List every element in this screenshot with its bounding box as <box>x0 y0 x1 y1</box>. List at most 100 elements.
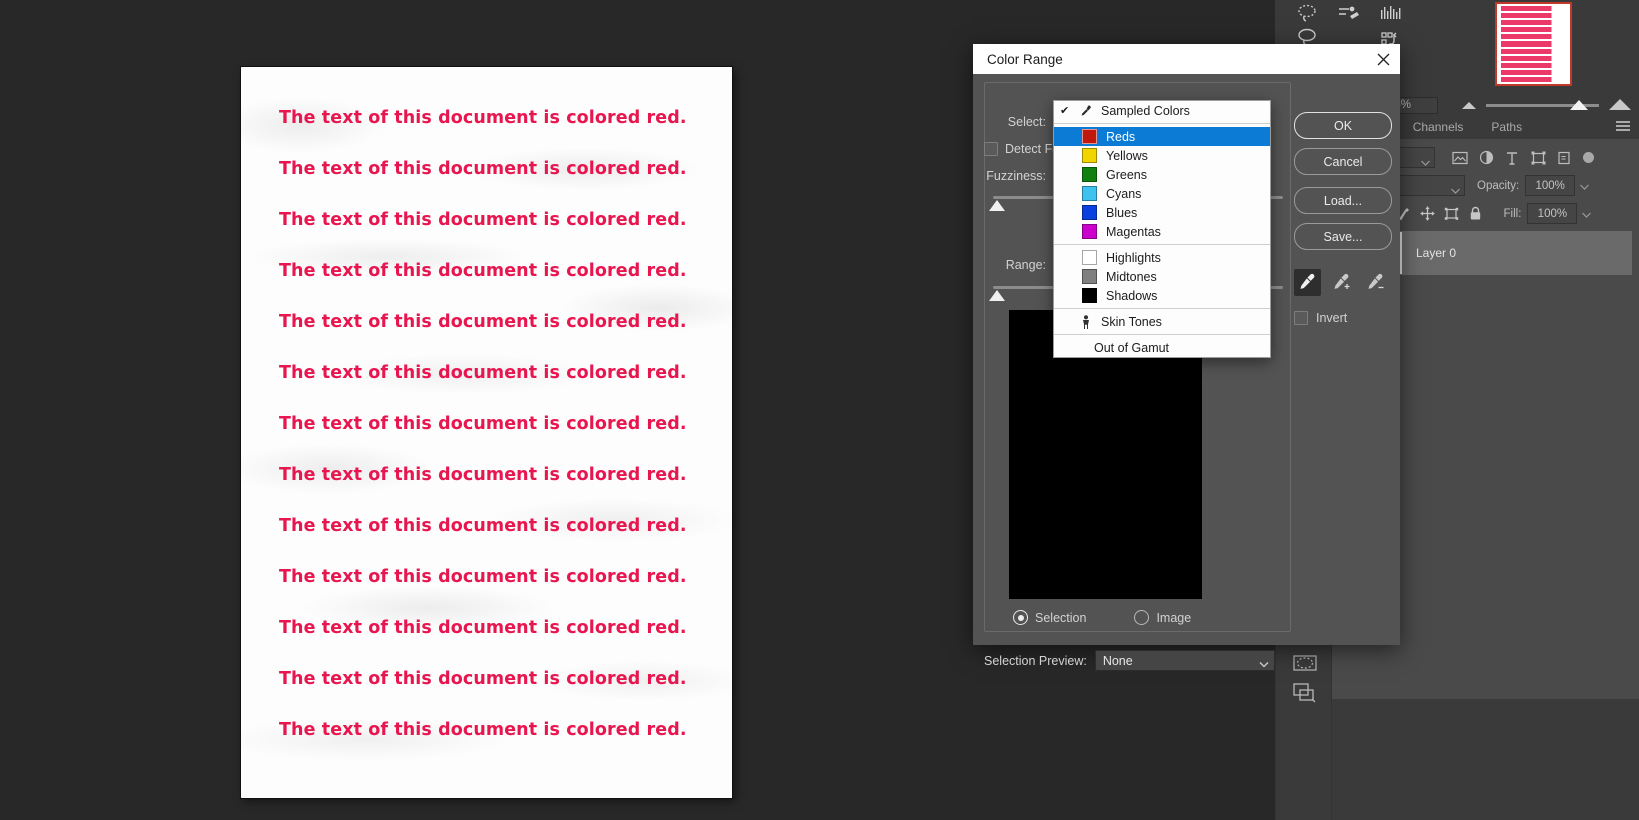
dropdown-item-label: Yellows <box>1106 148 1148 163</box>
document-text-line: The text of this document is colored red… <box>279 159 687 179</box>
fill-value[interactable]: 100% <box>1527 203 1578 224</box>
dropdown-item-label: Cyans <box>1106 186 1142 201</box>
navigator-thumb-line <box>1501 48 1566 54</box>
chevron-down-icon[interactable] <box>1421 153 1430 171</box>
dropdown-item-reds[interactable]: Reds <box>1054 127 1270 146</box>
opacity-value-text: 100% <box>1535 179 1565 192</box>
zoom-slider[interactable] <box>1450 96 1639 114</box>
radio-button[interactable] <box>1134 610 1150 625</box>
navigator-thumb-line <box>1501 6 1566 12</box>
selection-preview-select[interactable]: None <box>1094 650 1275 673</box>
document-text-line: The text of this document is colored red… <box>279 363 687 383</box>
radio-image[interactable]: Image <box>1134 610 1191 625</box>
fill-value-text: 100% <box>1537 207 1568 220</box>
adjustment-filter-icon[interactable] <box>1473 147 1499 168</box>
document-text-line: The text of this document is colored red… <box>279 312 687 332</box>
fuzziness-label: Fuzziness: <box>986 169 1046 183</box>
eyedropper-icon <box>1080 105 1092 117</box>
selection-preview-value: None <box>1102 653 1133 668</box>
dropdown-item-out-of-gamut[interactable]: Out of Gamut <box>1054 338 1270 357</box>
select-dropdown-menu[interactable]: ✔ Sampled Colors Reds Yellows Greens Cyans Blu… <box>1053 100 1271 358</box>
chevron-down-icon[interactable] <box>1582 205 1592 223</box>
zoom-in-icon[interactable] <box>1609 99 1631 110</box>
color-swatch <box>1082 205 1097 220</box>
dropdown-item-yellows[interactable]: Yellows <box>1054 146 1270 165</box>
refine-edge-icon[interactable] <box>1329 0 1369 26</box>
check-icon: ✔ <box>1060 105 1070 117</box>
load-button[interactable]: Load... <box>1294 187 1392 214</box>
opacity-label: Opacity: <box>1477 179 1520 192</box>
document-text-line: The text of this document is colored red… <box>279 516 687 536</box>
dialog-title: Color Range <box>987 51 1063 67</box>
dropdown-item-magentas[interactable]: Magentas <box>1054 222 1270 241</box>
radio-selection[interactable]: Selection <box>1013 610 1086 625</box>
tab-paths[interactable]: Paths <box>1477 114 1537 139</box>
navigator-thumb-line <box>1501 62 1566 68</box>
smart-object-filter-icon[interactable] <box>1551 147 1577 168</box>
chevron-down-icon[interactable] <box>1259 655 1269 673</box>
invert-row[interactable]: Invert <box>1294 311 1347 325</box>
person-icon <box>1080 314 1092 329</box>
dialog-title-bar[interactable]: Color Range <box>973 44 1400 74</box>
eyedropper-add-icon[interactable] <box>1328 269 1355 296</box>
color-swatch <box>1082 129 1097 144</box>
lasso-icon[interactable] <box>1287 0 1327 26</box>
dropdown-item-label: Skin Tones <box>1101 314 1162 329</box>
eyedropper-group <box>1294 269 1389 296</box>
preview-mode-radios[interactable]: Selection Image <box>1013 610 1191 625</box>
invert-checkbox[interactable] <box>1294 311 1308 325</box>
type-filter-icon[interactable] <box>1499 147 1525 168</box>
screen-mode-icon[interactable] <box>1288 680 1322 706</box>
save-button[interactable]: Save... <box>1294 223 1392 250</box>
dropdown-item-highlights[interactable]: Highlights <box>1054 248 1270 267</box>
quick-mask-icon[interactable] <box>1288 650 1322 676</box>
chevron-down-icon[interactable] <box>1451 181 1460 199</box>
ok-button[interactable]: OK <box>1294 112 1392 139</box>
dropdown-item-blues[interactable]: Blues <box>1054 203 1270 222</box>
document-text-line: The text of this document is colored red… <box>279 720 687 740</box>
chevron-down-icon[interactable] <box>1580 177 1590 195</box>
close-icon[interactable] <box>1372 48 1394 70</box>
dropdown-item-skin-tones[interactable]: Skin Tones <box>1054 312 1270 331</box>
hamburger-icon[interactable] <box>1615 119 1631 137</box>
detect-faces-checkbox[interactable] <box>984 142 998 156</box>
color-swatch <box>1082 269 1097 284</box>
dialog-button-column: OK Cancel Load... Save... <box>1294 112 1392 259</box>
dropdown-item-shadows[interactable]: Shadows <box>1054 286 1270 305</box>
dropdown-item-midtones[interactable]: Midtones <box>1054 267 1270 286</box>
navigator-thumb-line <box>1501 20 1566 26</box>
menu-separator <box>1054 244 1270 245</box>
document-text-line: The text of this document is colored red… <box>279 108 687 128</box>
navigator-thumb-line <box>1501 55 1566 61</box>
navigator-thumbnail[interactable] <box>1495 2 1572 86</box>
document-canvas[interactable]: The text of this document is colored red… <box>241 67 732 798</box>
dropdown-item-cyans[interactable]: Cyans <box>1054 184 1270 203</box>
fill-label: Fill: <box>1503 207 1522 220</box>
lock-all-icon[interactable] <box>1464 203 1488 224</box>
document-text-line: The text of this document is colored red… <box>279 261 687 281</box>
fuzziness-slider-thumb[interactable] <box>989 200 1005 211</box>
histogram-icon[interactable] <box>1371 0 1411 26</box>
eyedropper-subtract-icon[interactable] <box>1362 269 1389 296</box>
eyedropper-icon[interactable] <box>1294 269 1321 296</box>
color-swatch <box>1082 288 1097 303</box>
dropdown-item-sampled-colors[interactable]: ✔ Sampled Colors <box>1054 101 1270 120</box>
navigator-thumb-line <box>1501 34 1566 40</box>
lock-artboard-icon[interactable] <box>1440 203 1464 224</box>
dropdown-item-label: Blues <box>1106 205 1138 220</box>
opacity-value[interactable]: 100% <box>1525 175 1576 196</box>
range-slider-thumb[interactable] <box>989 290 1005 301</box>
dropdown-item-greens[interactable]: Greens <box>1054 165 1270 184</box>
dropdown-item-label: Sampled Colors <box>1101 103 1190 118</box>
color-swatch <box>1082 224 1097 239</box>
filter-toggle-switch[interactable] <box>1583 152 1594 163</box>
zoom-out-icon[interactable] <box>1462 102 1476 109</box>
navigator-thumb-line <box>1501 69 1566 75</box>
radio-button[interactable] <box>1013 610 1028 625</box>
cancel-button[interactable]: Cancel <box>1294 148 1392 175</box>
image-filter-icon[interactable] <box>1447 147 1473 168</box>
lock-position-icon[interactable] <box>1416 203 1440 224</box>
zoom-slider-thumb[interactable] <box>1570 100 1588 110</box>
shape-filter-icon[interactable] <box>1525 147 1551 168</box>
tab-channels[interactable]: Channels <box>1398 114 1478 139</box>
